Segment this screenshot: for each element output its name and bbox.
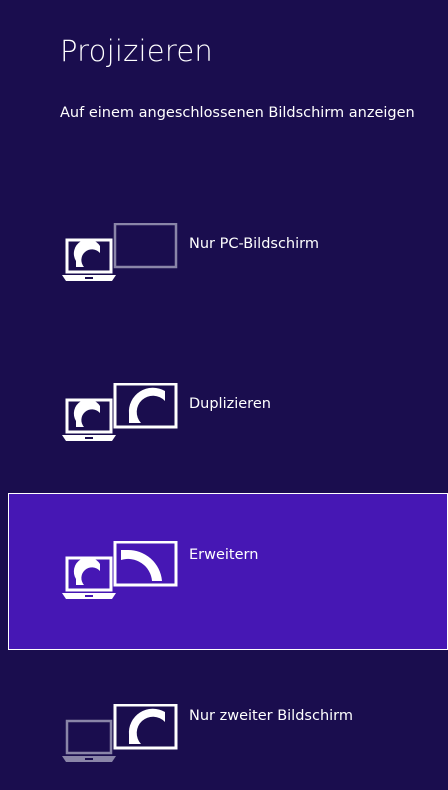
duplicate-icon xyxy=(62,383,178,441)
option-pc-screen-only[interactable]: Nur PC-Bildschirm xyxy=(8,212,448,332)
option-duplicate[interactable]: Duplizieren xyxy=(8,372,448,482)
second-screen-only-icon xyxy=(62,704,178,762)
panel-subtitle: Auf einem angeschlossenen Bildschirm anz… xyxy=(60,105,415,121)
project-panel: Projizieren Auf einem angeschlossenen Bi… xyxy=(0,0,448,790)
panel-title: Projizieren xyxy=(60,34,213,68)
extend-icon xyxy=(62,541,178,599)
option-label: Nur PC-Bildschirm xyxy=(189,236,319,252)
option-extend[interactable]: Erweitern xyxy=(8,493,448,650)
option-label: Nur zweiter Bildschirm xyxy=(189,708,353,724)
option-second-screen-only[interactable]: Nur zweiter Bildschirm xyxy=(8,680,448,790)
option-label: Erweitern xyxy=(189,547,259,563)
option-label: Duplizieren xyxy=(189,396,271,412)
pc-screen-only-icon xyxy=(62,223,178,281)
